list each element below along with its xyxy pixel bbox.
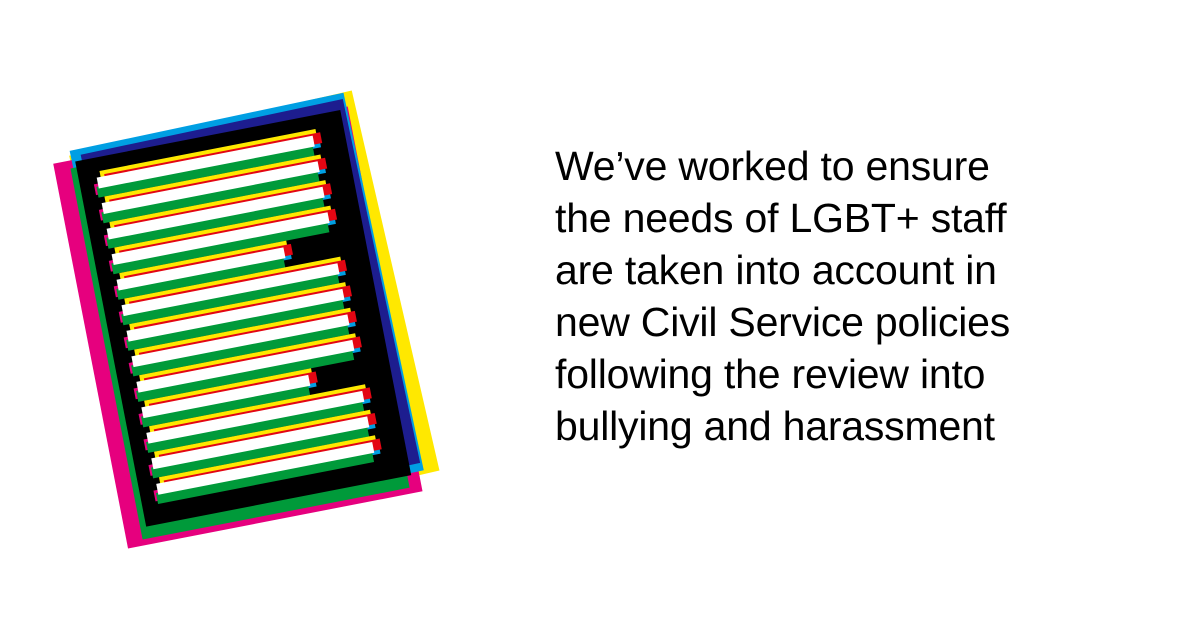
- share-card: We’ve worked to ensure the needs of LGBT…: [0, 0, 1200, 630]
- statement-line: new Civil Service policies: [555, 299, 1011, 345]
- statement-line: bullying and harassment: [555, 403, 995, 449]
- statement-line: We’ve worked to ensure: [555, 143, 990, 189]
- statement-text: We’ve worked to ensure the needs of LGBT…: [555, 140, 1185, 452]
- statement-line: are taken into account in: [555, 247, 997, 293]
- statement-line: the needs of LGBT+ staff: [555, 195, 1007, 241]
- statement-line: following the review into: [555, 351, 986, 397]
- document-icon: [53, 90, 440, 549]
